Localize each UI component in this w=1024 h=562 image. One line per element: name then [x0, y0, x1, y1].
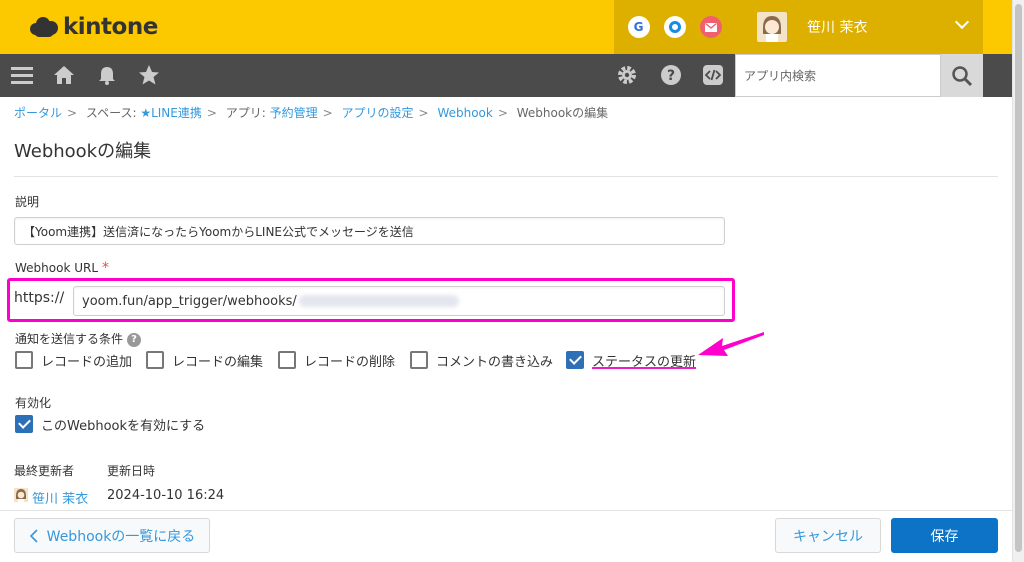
- star-icon[interactable]: [137, 63, 161, 87]
- updated-at-value: 2024-10-10 16:24: [107, 488, 225, 503]
- user-avatar: [757, 12, 787, 42]
- breadcrumb-webhook[interactable]: Webhook: [437, 106, 492, 120]
- page-scrollbar[interactable]: [1012, 0, 1024, 562]
- condition-record-edit[interactable]: レコードの編集: [146, 350, 263, 370]
- search-button[interactable]: [941, 54, 983, 97]
- gear-icon[interactable]: [615, 63, 639, 87]
- breadcrumb-portal[interactable]: ポータル: [14, 106, 62, 120]
- breadcrumb-current: Webhookの編集: [516, 106, 609, 120]
- header-app-icons: G: [614, 0, 735, 54]
- chevron-left-icon: [29, 528, 38, 543]
- webhook-url-label: Webhook URL *: [15, 260, 110, 276]
- checkbox[interactable]: [146, 351, 164, 369]
- user-menu[interactable]: 笹川 茉衣: [735, 0, 983, 54]
- updated-at-label: 更新日時: [107, 464, 156, 478]
- updated-by-link[interactable]: 笹川 茉衣: [32, 488, 88, 507]
- webhook-url-input[interactable]: yoom.fun/app_trigger/webhooks/: [73, 286, 725, 316]
- app-header: kintone G 笹川 茉衣: [0, 0, 1012, 54]
- updated-by-label: 最終更新者: [14, 464, 75, 478]
- bell-icon[interactable]: [95, 63, 119, 87]
- user-name: 笹川 茉衣: [807, 20, 868, 36]
- save-button[interactable]: 保存: [891, 518, 998, 553]
- checkbox-checked[interactable]: [15, 415, 33, 433]
- chevron-down-icon: [954, 14, 970, 30]
- checkbox[interactable]: [15, 351, 33, 369]
- conditions-label: 通知を送信する条件?: [15, 330, 142, 347]
- menu-icon[interactable]: [10, 63, 34, 87]
- checkbox[interactable]: [278, 351, 296, 369]
- help-icon[interactable]: ?: [659, 63, 683, 87]
- scrollbar-thumb[interactable]: [1015, 4, 1022, 552]
- garoon-icon[interactable]: [663, 16, 686, 38]
- page-title: Webhookの編集: [14, 141, 152, 162]
- description-input[interactable]: 【Yoom連携】送信済になったらYoomからLINE公式でメッセージを送信: [14, 217, 725, 245]
- checkbox[interactable]: [410, 351, 428, 369]
- kintone-logo[interactable]: kintone: [30, 12, 158, 42]
- breadcrumb-space[interactable]: ★LINE連携: [140, 106, 202, 120]
- home-icon[interactable]: [52, 63, 76, 87]
- enable-webhook-checkbox[interactable]: このWebhookを有効にする: [15, 414, 205, 434]
- breadcrumb-app-settings[interactable]: アプリの設定: [342, 106, 414, 120]
- breadcrumb: ポータル > スペース: ★LINE連携 > アプリ: 予約管理 > アプリの設定 > …: [14, 106, 609, 120]
- logo-text: kintone: [63, 14, 158, 40]
- code-icon[interactable]: [701, 63, 725, 87]
- breadcrumb-app[interactable]: 予約管理: [270, 106, 318, 120]
- description-label: 説明: [15, 195, 40, 209]
- redacted-token: [298, 295, 459, 307]
- cancel-button[interactable]: キャンセル: [775, 518, 881, 553]
- annotation-arrow-icon: [698, 332, 764, 356]
- user-avatar-small: [14, 488, 28, 502]
- back-to-webhook-list-button[interactable]: Webhookの一覧に戻る: [14, 518, 210, 553]
- url-prefix: https://: [14, 290, 65, 306]
- condition-comment[interactable]: コメントの書き込み: [410, 350, 553, 370]
- cloud-logo-icon: [30, 16, 60, 38]
- condition-record-add[interactable]: レコードの追加: [15, 350, 132, 370]
- checkbox-checked[interactable]: [566, 351, 584, 369]
- google-icon[interactable]: G: [627, 16, 650, 38]
- condition-record-delete[interactable]: レコードの削除: [278, 350, 395, 370]
- footer-divider: [0, 510, 1012, 511]
- enable-label: 有効化: [15, 396, 52, 410]
- mail-icon[interactable]: [699, 16, 722, 38]
- title-divider: [14, 176, 998, 177]
- app-search-input[interactable]: アプリ内検索: [735, 54, 941, 97]
- svg-text:?: ?: [667, 68, 675, 84]
- required-mark: *: [102, 260, 110, 276]
- question-icon[interactable]: ?: [127, 332, 142, 347]
- annotation-underline: [592, 367, 696, 369]
- search-icon: [952, 65, 973, 86]
